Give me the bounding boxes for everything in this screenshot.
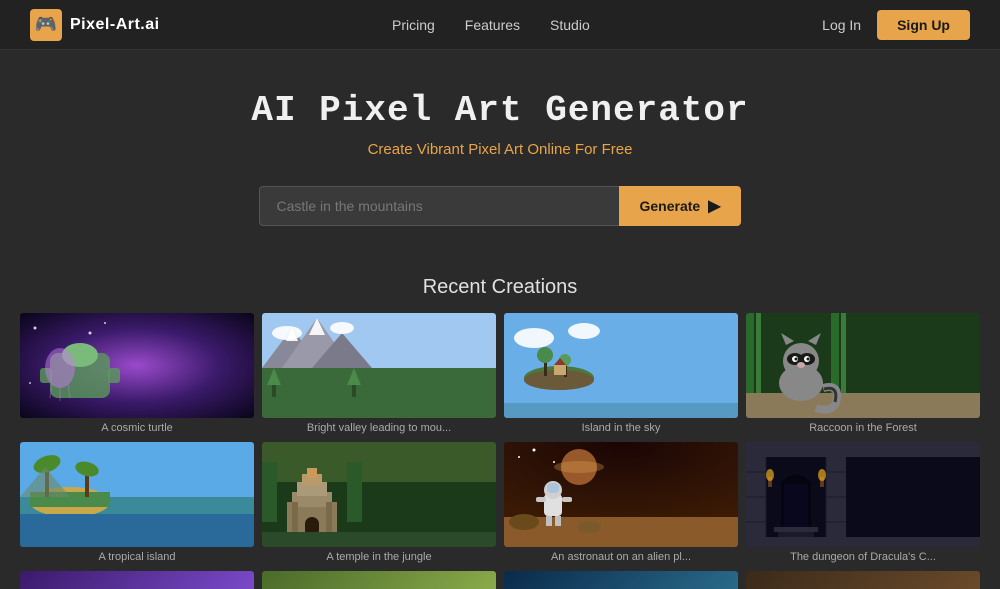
- gallery-item-9-partial[interactable]: [262, 571, 496, 589]
- gallery-item-2[interactable]: Island in the sky: [504, 313, 738, 434]
- gallery-row-1: A cosmic turtle: [20, 313, 980, 434]
- gallery-item-1[interactable]: Bright valley leading to mou...: [262, 313, 496, 434]
- logo-icon: 🎮: [30, 9, 62, 41]
- gallery-caption-6: An astronaut on an alien pl...: [504, 551, 738, 563]
- gallery-caption-2: Island in the sky: [504, 422, 738, 434]
- gallery-caption-3: Raccoon in the Forest: [746, 422, 980, 434]
- gallery-row-2: A tropical island: [20, 442, 980, 563]
- nav-link-pricing[interactable]: Pricing: [392, 17, 435, 33]
- hero-subtitle: Create Vibrant Pixel Art Online For Free: [0, 141, 1000, 158]
- gallery-caption-1: Bright valley leading to mou...: [262, 422, 496, 434]
- logo-text: Pixel-Art.ai: [70, 16, 160, 34]
- signup-button[interactable]: Sign Up: [877, 10, 970, 40]
- gallery-caption-4: A tropical island: [20, 551, 254, 563]
- hero-title: AI Pixel Art Generator: [0, 90, 1000, 131]
- arrow-icon: ▶: [708, 196, 720, 216]
- nav-link-studio[interactable]: Studio: [550, 17, 590, 33]
- gallery-item-0[interactable]: A cosmic turtle: [20, 313, 254, 434]
- navbar: 🎮 Pixel-Art.ai Pricing Features Studio L…: [0, 0, 1000, 50]
- nav-link-features[interactable]: Features: [465, 17, 520, 33]
- gallery-item-3[interactable]: Raccoon in the Forest: [746, 313, 980, 434]
- gallery-item-8-partial[interactable]: [20, 571, 254, 589]
- nav-links: Pricing Features Studio: [392, 17, 590, 33]
- prompt-input[interactable]: [259, 186, 619, 226]
- logo[interactable]: 🎮 Pixel-Art.ai: [30, 9, 160, 41]
- hero-section: AI Pixel Art Generator Create Vibrant Pi…: [0, 50, 1000, 276]
- gallery-caption-5: A temple in the jungle: [262, 551, 496, 563]
- search-area: Generate ▶: [0, 186, 1000, 226]
- generate-button[interactable]: Generate ▶: [619, 186, 740, 226]
- gallery-caption-0: A cosmic turtle: [20, 422, 254, 434]
- gallery-section: Recent Creations: [0, 276, 1000, 589]
- generate-label: Generate: [639, 198, 700, 214]
- gallery-row-3-partial: [20, 571, 980, 589]
- nav-actions: Log In Sign Up: [822, 10, 970, 40]
- gallery-item-7[interactable]: The dungeon of Dracula's C...: [746, 442, 980, 563]
- gallery-item-11-partial[interactable]: [746, 571, 980, 589]
- gallery-item-4[interactable]: A tropical island: [20, 442, 254, 563]
- gallery-item-10-partial[interactable]: [504, 571, 738, 589]
- gallery-item-5[interactable]: A temple in the jungle: [262, 442, 496, 563]
- gallery-title: Recent Creations: [20, 276, 980, 299]
- gallery-item-6[interactable]: An astronaut on an alien pl...: [504, 442, 738, 563]
- gallery-caption-7: The dungeon of Dracula's C...: [746, 551, 980, 563]
- login-button[interactable]: Log In: [822, 17, 861, 33]
